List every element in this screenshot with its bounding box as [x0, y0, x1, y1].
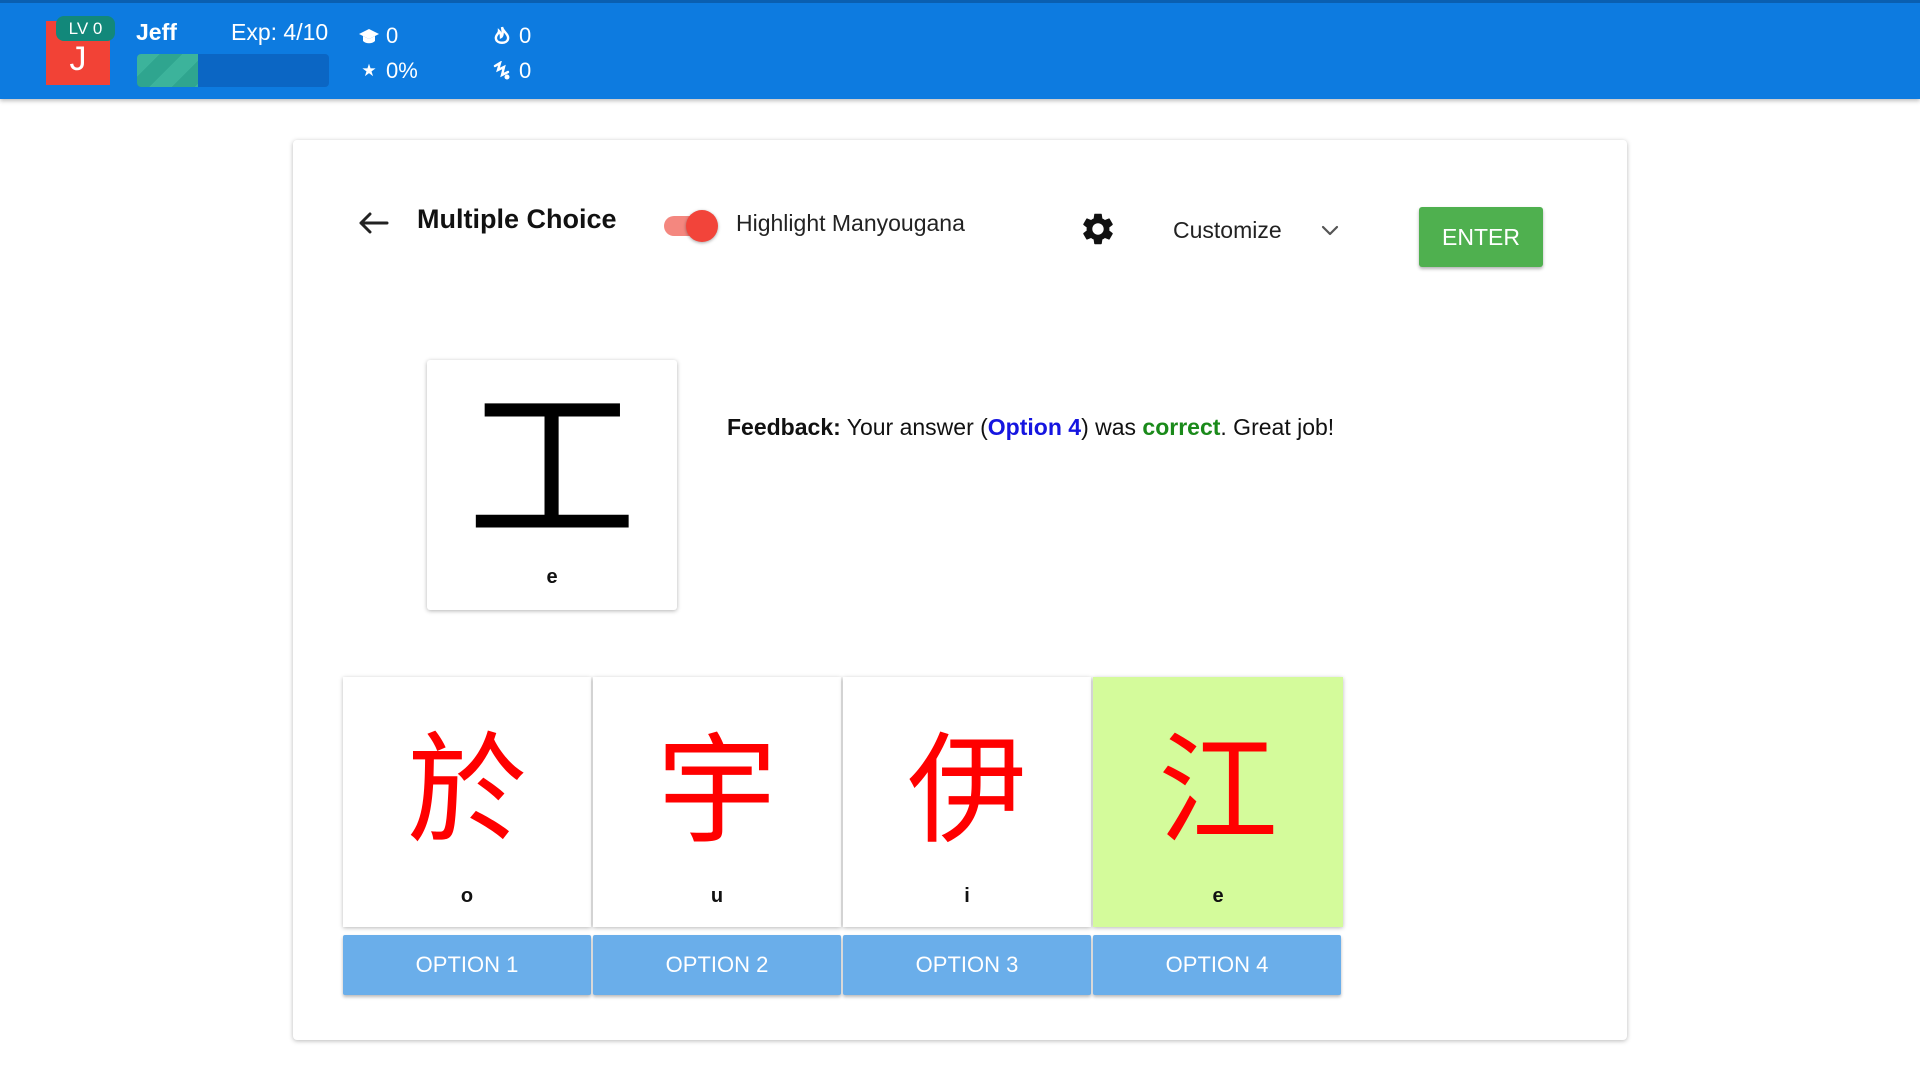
option-card-4[interactable]: 江 e	[1093, 677, 1343, 927]
enter-button[interactable]: ENTER	[1419, 207, 1543, 267]
question-kanji: 工	[466, 370, 637, 568]
stat-combo: 0	[491, 58, 531, 84]
back-arrow-icon[interactable]	[355, 205, 391, 241]
level-badge: LV 0	[56, 16, 115, 41]
stat-mastered-value: 0	[386, 23, 399, 48]
page-title: Multiple Choice	[417, 204, 617, 234]
option-kanji: 江	[1158, 722, 1278, 861]
option-1-button[interactable]: OPTION 1	[343, 935, 591, 995]
option-2-button[interactable]: OPTION 2	[593, 935, 841, 995]
feedback-label: Feedback:	[727, 414, 841, 440]
option-kanji: 伊	[907, 722, 1027, 861]
option-card-3[interactable]: 伊 i	[843, 677, 1091, 927]
feedback-text: Feedback: Your answer (Option 4) was cor…	[727, 414, 1334, 441]
option-romaji: u	[710, 885, 724, 907]
option-3-button[interactable]: OPTION 3	[843, 935, 1091, 995]
exp-progress-fill	[137, 54, 199, 87]
username: Jeff	[136, 19, 177, 45]
stat-streak-value: 0	[519, 23, 532, 48]
option-kanji: 於	[407, 722, 527, 861]
highlight-toggle[interactable]	[662, 207, 720, 242]
option-card-2[interactable]: 宇 u	[593, 677, 841, 927]
stat-mastered: 0	[358, 23, 398, 49]
option-card-1[interactable]: 於 o	[343, 677, 591, 927]
exp-progress-bar	[137, 54, 329, 87]
gear-icon[interactable]	[1079, 210, 1117, 248]
feedback-text-2: ) was	[1081, 414, 1143, 440]
stat-accuracy: ★ 0%	[358, 58, 418, 84]
option-romaji: e	[1212, 885, 1224, 907]
top-bar: J LV 0 Jeff Exp: 4/10 0 ★ 0% 0 0	[0, 0, 1920, 99]
toggle-label: Highlight Manyougana	[736, 210, 965, 236]
stat-accuracy-value: 0%	[386, 58, 418, 83]
toggle-knob	[686, 210, 718, 242]
flame-icon	[491, 25, 513, 47]
question-romaji: e	[546, 566, 558, 588]
option-romaji: i	[964, 885, 970, 907]
question-card: 工 e	[427, 360, 677, 610]
feedback-option: Option 4	[987, 414, 1082, 440]
graduation-cap-icon	[358, 25, 380, 47]
feedback-result: correct	[1142, 414, 1221, 440]
star-icon: ★	[361, 61, 377, 80]
feedback-text-1: Your answer (	[840, 414, 988, 440]
exp-text: Exp: 4/10	[231, 19, 329, 45]
stat-combo-value: 0	[519, 58, 532, 83]
option-4-button[interactable]: OPTION 4	[1093, 935, 1341, 995]
chevron-down-icon[interactable]	[1318, 218, 1342, 242]
customize-dropdown-label[interactable]: Customize	[1173, 217, 1282, 244]
option-romaji: o	[460, 885, 474, 907]
combo-icon	[491, 60, 513, 82]
feedback-text-3: . Great job!	[1220, 414, 1335, 440]
stat-streak: 0	[491, 23, 531, 49]
option-kanji: 宇	[657, 722, 777, 861]
